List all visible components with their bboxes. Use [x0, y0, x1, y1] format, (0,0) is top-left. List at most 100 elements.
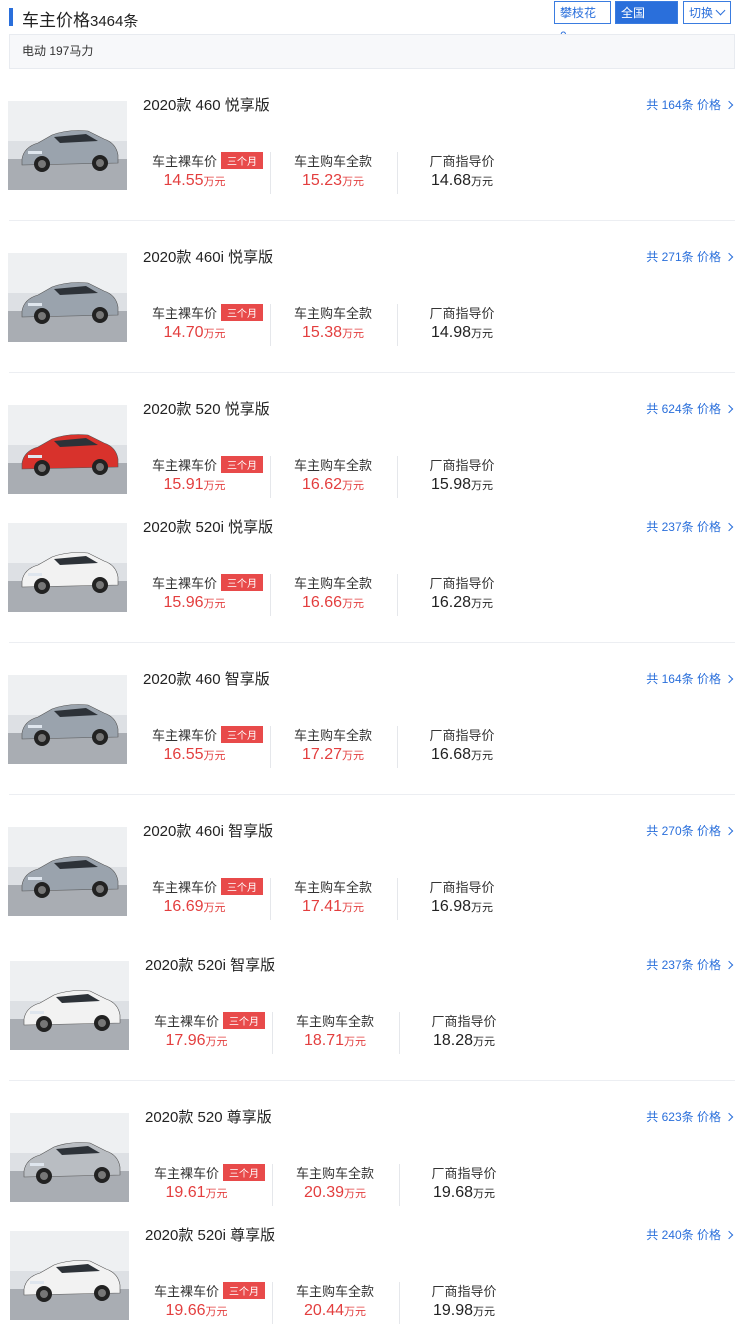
naked-price: 车主裸车价 三个月 14.70万元	[150, 303, 265, 342]
unit-label: 万元	[205, 1188, 228, 1200]
column-divider	[270, 152, 271, 194]
switch-button[interactable]: 切换	[683, 1, 731, 24]
trim-name[interactable]: 2020款 520i 智享版	[145, 954, 275, 975]
car-thumbnail[interactable]	[8, 675, 127, 764]
unit-label: 万元	[471, 328, 494, 340]
naked-price-value: 15.91	[163, 476, 204, 493]
car-thumbnail[interactable]	[8, 101, 127, 190]
total-price-value: 16.62	[301, 476, 343, 493]
column-divider	[270, 456, 271, 498]
total-price: 车主购车全款 16.66万元	[285, 573, 381, 612]
car-thumbnail[interactable]	[10, 961, 129, 1050]
column-divider	[272, 1012, 273, 1054]
price-count-link[interactable]: 共 271条 价格	[646, 248, 734, 265]
guide-price-value: 16.28	[430, 594, 472, 611]
chevron-right-icon	[724, 1112, 734, 1122]
trim-name[interactable]: 2020款 460 悦享版	[143, 94, 270, 115]
guide-price: 厂商指导价 14.98万元	[420, 303, 504, 342]
unit-label: 万元	[471, 902, 494, 914]
guide-price-label: 厂商指导价	[429, 880, 495, 895]
price-count-link[interactable]: 共 624条 价格	[646, 400, 734, 417]
price-count-text[interactable]: 共 164条 价格	[646, 672, 721, 686]
unit-label: 万元	[471, 750, 494, 762]
car-thumbnail[interactable]	[8, 523, 127, 612]
naked-price-value: 14.70	[163, 324, 204, 341]
guide-price: 厂商指导价 18.28万元	[422, 1011, 506, 1050]
trim-name[interactable]: 2020款 520 尊享版	[145, 1106, 272, 1127]
guide-price: 厂商指导价 15.98万元	[420, 455, 504, 494]
price-count-text[interactable]: 共 271条 价格	[646, 250, 721, 264]
trim-row[interactable]: 2020款 460 智享版 共 164条 价格 车主裸车价 三个月 16.55万元…	[0, 660, 744, 795]
trim-row[interactable]: 2020款 520i 悦享版 共 237条 价格 车主裸车价 三个月 15.96万…	[0, 508, 744, 643]
total-price-value: 17.41	[301, 898, 343, 915]
chevron-right-icon	[724, 674, 734, 684]
naked-price-value: 17.96	[165, 1032, 206, 1049]
price-count-link[interactable]: 共 240条 价格	[646, 1226, 734, 1243]
unit-label: 万元	[473, 1306, 496, 1318]
nationwide-button[interactable]: 全国 3464	[615, 1, 678, 43]
trim-name[interactable]: 2020款 520i 尊享版	[145, 1224, 275, 1245]
price-count-text[interactable]: 共 270条 价格	[646, 824, 721, 838]
column-divider	[397, 726, 398, 768]
total-price-label: 车主购车全款	[293, 458, 372, 473]
trim-name[interactable]: 2020款 460 智享版	[143, 668, 270, 689]
price-count-text[interactable]: 共 164条 价格	[646, 98, 721, 112]
price-count-text[interactable]: 共 240条 价格	[646, 1228, 721, 1242]
unit-label: 万元	[203, 750, 226, 762]
local-city-button[interactable]: 攀枝花 0	[554, 1, 611, 43]
trim-name[interactable]: 2020款 460i 悦享版	[143, 246, 273, 267]
total-count: 3464条	[90, 13, 139, 30]
column-divider	[270, 574, 271, 616]
guide-price-label: 厂商指导价	[431, 1014, 497, 1029]
guide-price: 厂商指导价 14.68万元	[420, 151, 504, 190]
naked-price: 车主裸车价 三个月 17.96万元	[152, 1011, 267, 1050]
car-thumbnail[interactable]	[8, 253, 127, 342]
car-thumbnail[interactable]	[8, 405, 127, 494]
trim-name[interactable]: 2020款 520 悦享版	[143, 398, 270, 419]
price-count-link[interactable]: 共 237条 价格	[646, 518, 734, 535]
price-count-link[interactable]: 共 237条 价格	[646, 956, 734, 973]
total-price-label: 车主购车全款	[293, 576, 372, 591]
car-thumbnail[interactable]	[8, 827, 127, 916]
price-count-text[interactable]: 共 237条 价格	[646, 520, 721, 534]
guide-price-value: 19.98	[432, 1302, 474, 1319]
total-price: 车主购车全款 16.62万元	[285, 455, 381, 494]
price-count-link[interactable]: 共 164条 价格	[646, 96, 734, 113]
unit-label: 万元	[471, 480, 494, 492]
total-price-value: 17.27	[301, 746, 343, 763]
unit-label: 万元	[344, 1306, 367, 1318]
price-count-text[interactable]: 共 624条 价格	[646, 402, 721, 416]
trim-row[interactable]: 2020款 520i 智享版 共 237条 价格 车主裸车价 三个月 17.96万…	[0, 946, 744, 1081]
trim-row[interactable]: 2020款 460i 悦享版 共 271条 价格 车主裸车价 三个月 14.70万…	[0, 238, 744, 373]
trim-row[interactable]: 2020款 520 尊享版 共 623条 价格 车主裸车价 三个月 19.61万元…	[0, 1098, 744, 1216]
car-thumbnail[interactable]	[10, 1113, 129, 1202]
trim-row[interactable]: 2020款 460i 智享版 共 270条 价格 车主裸车价 三个月 16.69万…	[0, 812, 744, 946]
trim-row[interactable]: 2020款 520 悦享版 共 624条 价格 车主裸车价 三个月 15.91万元…	[0, 390, 744, 508]
unit-label: 万元	[342, 750, 365, 762]
trim-row[interactable]: 2020款 460 悦享版 共 164条 价格 车主裸车价 三个月 14.55万元…	[0, 86, 744, 221]
guide-price-label: 厂商指导价	[429, 154, 495, 169]
three-month-badge: 三个月	[221, 574, 263, 591]
unit-label: 万元	[344, 1036, 367, 1048]
trim-name[interactable]: 2020款 460i 智享版	[143, 820, 273, 841]
naked-price-value: 19.66	[165, 1302, 206, 1319]
price-count-text[interactable]: 共 237条 价格	[646, 958, 721, 972]
price-count-link[interactable]: 共 164条 价格	[646, 670, 734, 687]
price-count-text[interactable]: 共 623条 价格	[646, 1110, 721, 1124]
naked-price-value: 19.61	[165, 1184, 206, 1201]
chevron-down-icon	[715, 5, 726, 16]
naked-price-label: 车主裸车价	[151, 728, 217, 743]
chevron-right-icon	[724, 960, 734, 970]
row-divider	[9, 220, 735, 221]
guide-price-value: 15.98	[430, 476, 472, 493]
filter-text: 电动 197马力	[22, 44, 94, 58]
naked-price-label: 车主裸车价	[151, 576, 217, 591]
naked-price: 车主裸车价 三个月 16.55万元	[150, 725, 265, 764]
car-thumbnail[interactable]	[10, 1231, 129, 1320]
unit-label: 万元	[205, 1306, 228, 1318]
naked-price-label: 车主裸车价	[153, 1014, 219, 1029]
price-count-link[interactable]: 共 270条 价格	[646, 822, 734, 839]
trim-name[interactable]: 2020款 520i 悦享版	[143, 516, 273, 537]
price-count-link[interactable]: 共 623条 价格	[646, 1108, 734, 1125]
trim-row[interactable]: 2020款 520i 尊享版 共 240条 价格 车主裸车价 三个月 19.66万…	[0, 1216, 744, 1329]
